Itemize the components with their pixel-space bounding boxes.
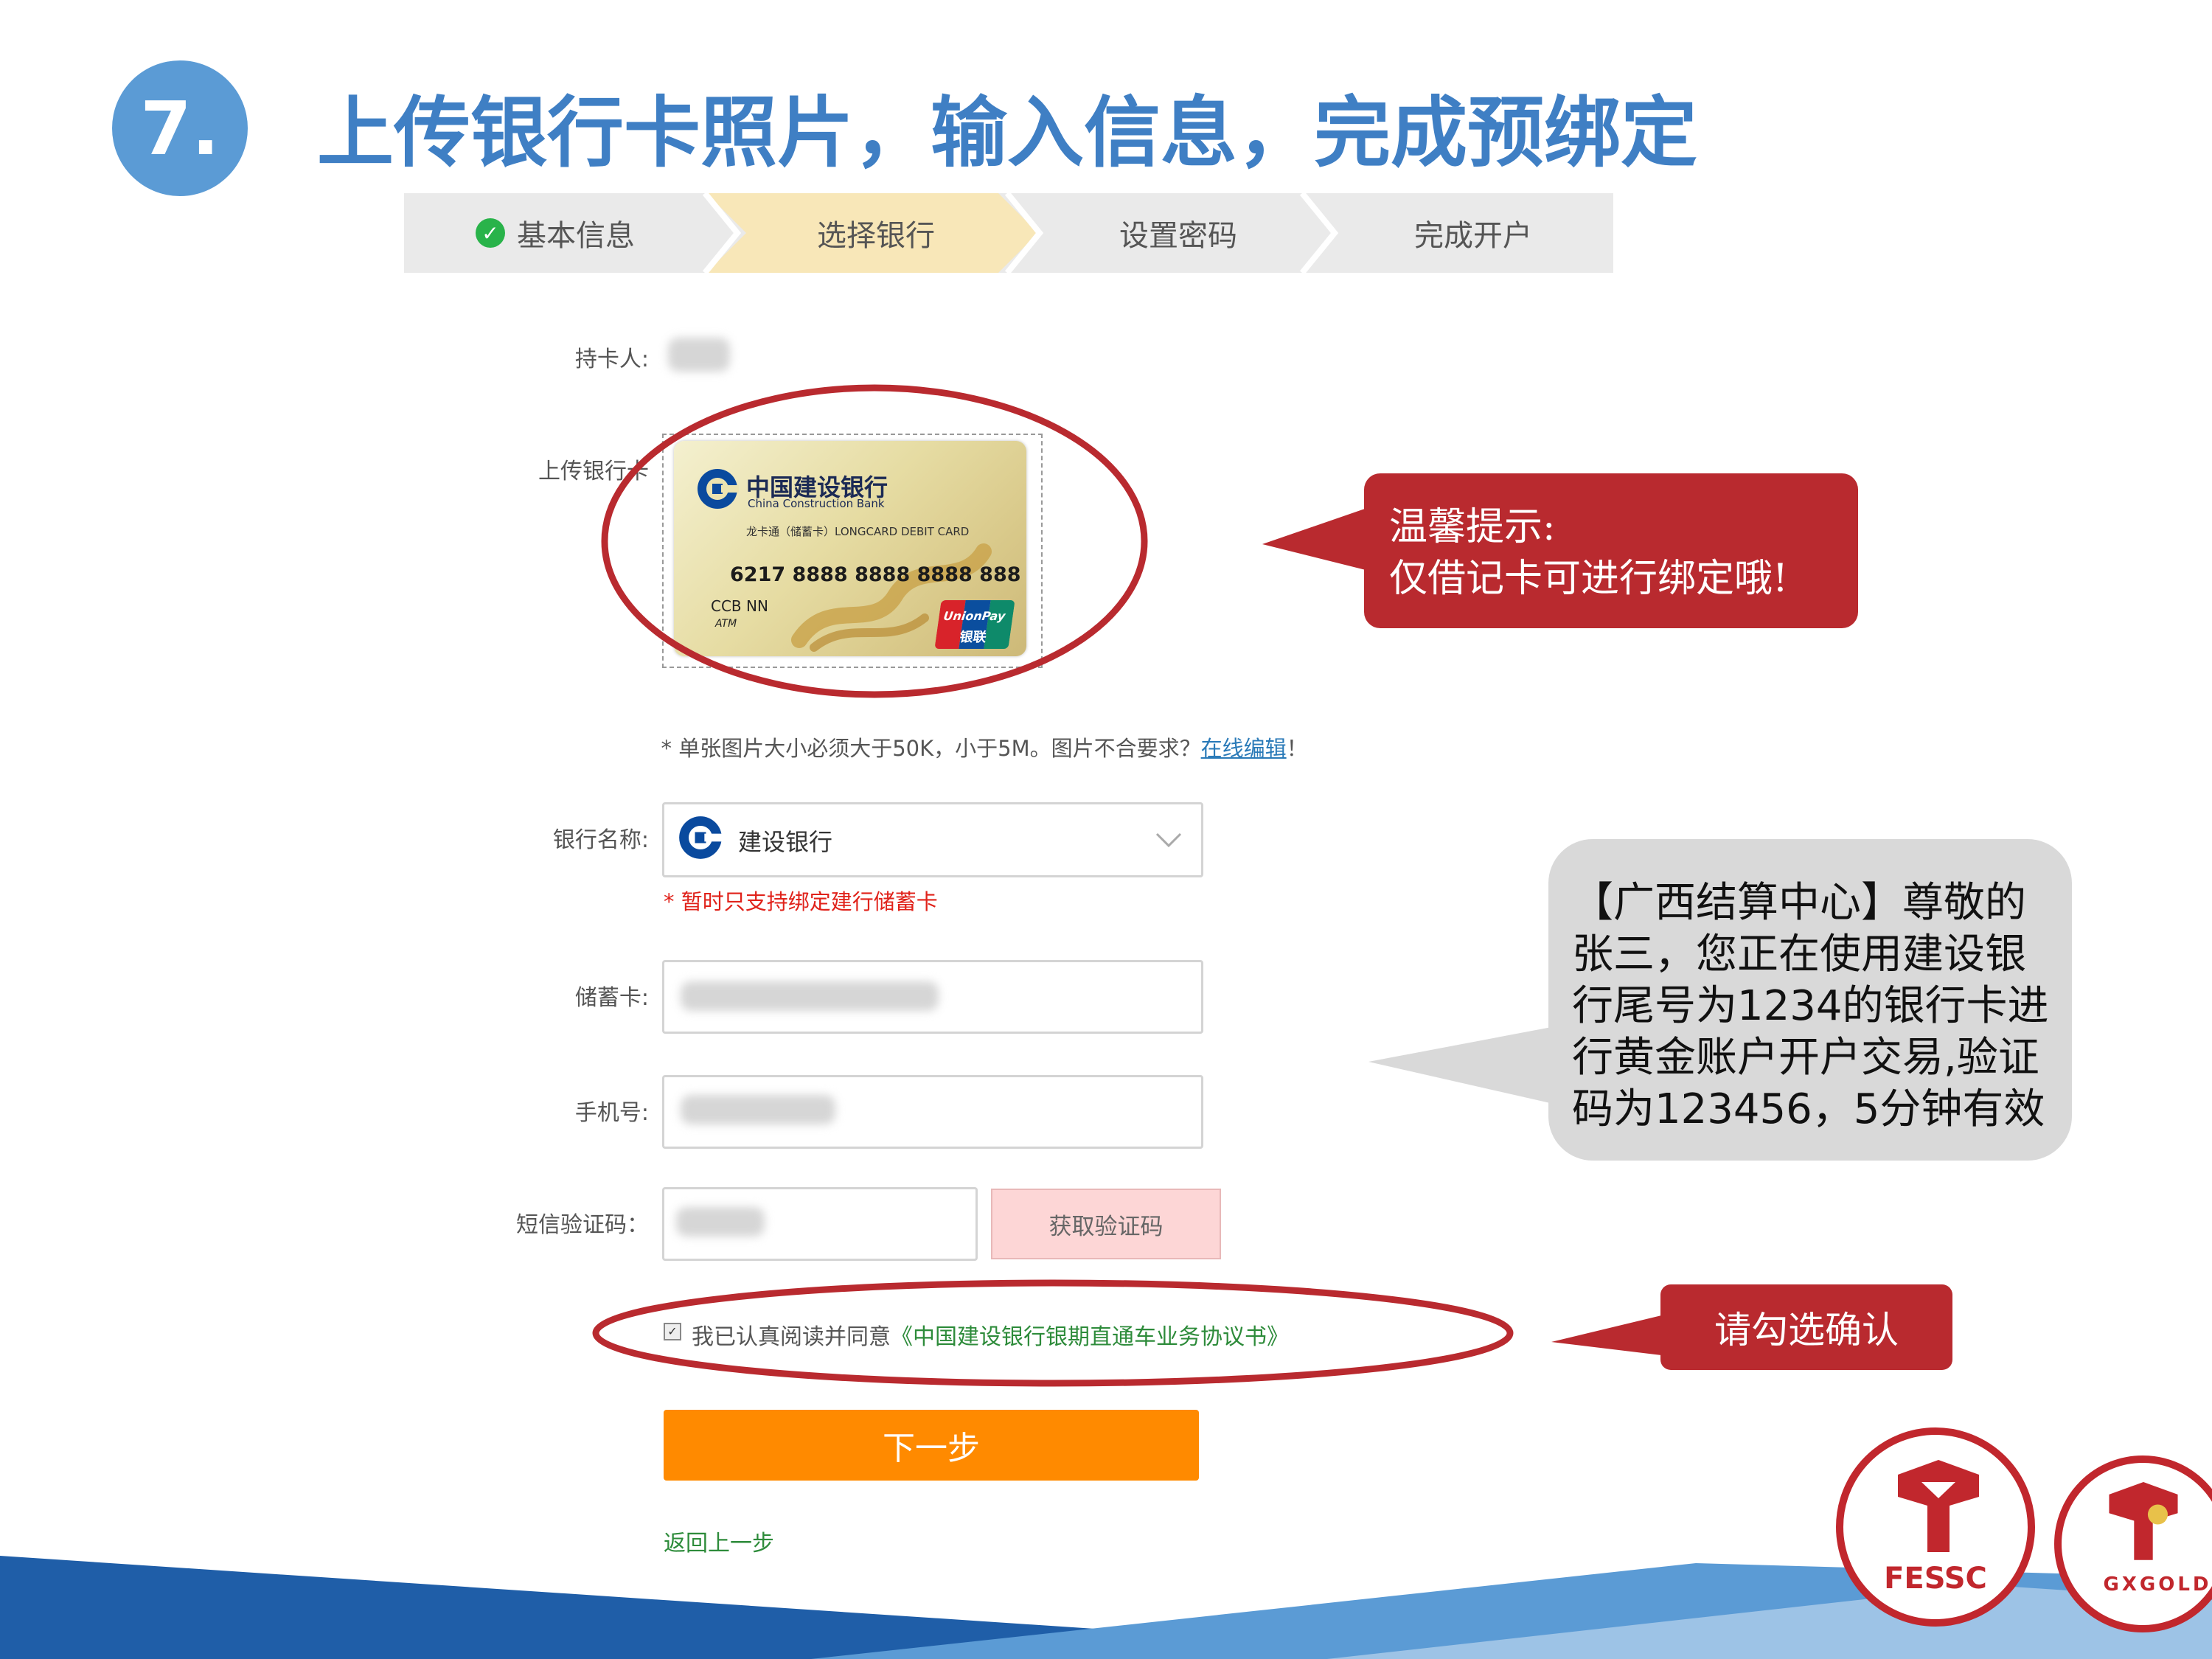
fessc-logo-icon xyxy=(1898,1460,1979,1552)
agree-highlight-ellipse xyxy=(592,1279,1514,1387)
card-highlight-ellipse xyxy=(601,384,1148,698)
sms-line: 码为123456，5分钟有效 xyxy=(1572,1085,2045,1133)
tip-text: 仅借记卡可进行绑定哦! xyxy=(1389,557,1788,601)
confirm-pointer xyxy=(1551,1312,1674,1357)
fessc-logo: FESSC xyxy=(1836,1427,2035,1627)
tip-callout: 温馨提示: 仅借记卡可进行绑定哦! xyxy=(1364,473,1858,628)
gxgold-text: GXGOLD xyxy=(2103,1573,2212,1596)
sms-line: 张三，您正在使用建设银 xyxy=(1572,931,2026,978)
tip-title: 温馨提示: xyxy=(1389,505,1556,549)
fessc-text: FESSC xyxy=(1884,1562,1987,1596)
sms-line: 【广西结算中心】尊敬的 xyxy=(1572,879,2026,927)
sms-line: 行黄金账户开户交易,验证 xyxy=(1572,1034,2039,1082)
annotation-overlay xyxy=(592,384,1674,1387)
gxgold-logo-icon xyxy=(2109,1482,2178,1560)
confirm-callout: 请勾选确认 xyxy=(1660,1284,1952,1370)
sms-pointer xyxy=(1368,1025,1563,1106)
sms-callout: 【广西结算中心】尊敬的 张三，您正在使用建设银 行尾号为1234的银行卡进 行黄… xyxy=(1548,839,2072,1161)
sms-line: 行尾号为1234的银行卡进 xyxy=(1572,982,2049,1030)
